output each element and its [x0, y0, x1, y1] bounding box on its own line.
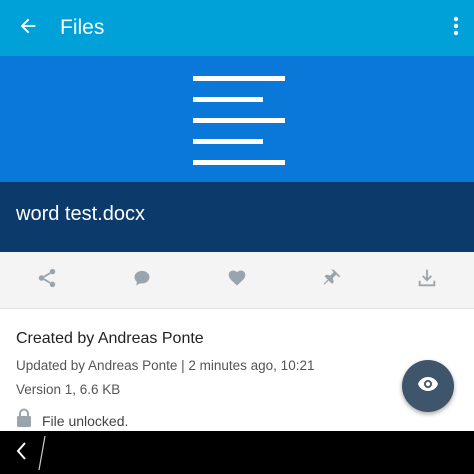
filename-band: word test.docx	[0, 182, 474, 252]
share-icon	[36, 267, 58, 294]
comment-icon	[132, 268, 152, 293]
overflow-menu-button[interactable]	[442, 0, 470, 56]
file-details: Created by Andreas Ponte Updated by Andr…	[16, 330, 456, 406]
comment-button[interactable]	[95, 252, 190, 308]
app-bar: Files	[0, 0, 474, 56]
nav-back-icon	[15, 441, 27, 466]
view-file-button[interactable]	[402, 360, 454, 412]
share-button[interactable]	[0, 252, 95, 308]
lock-status: File unlocked.	[16, 408, 128, 433]
nav-back-button[interactable]	[8, 439, 34, 467]
arrow-left-icon	[17, 15, 39, 42]
download-icon	[416, 267, 438, 294]
back-button[interactable]	[0, 0, 56, 56]
eye-icon	[417, 376, 439, 397]
action-bar	[0, 252, 474, 309]
file-details-screen: Files word test.docx Created by Andreas …	[0, 0, 474, 474]
more-vertical-icon	[453, 16, 459, 41]
lock-status-text: File unlocked.	[42, 412, 129, 429]
created-by-text: Created by Andreas Ponte	[16, 330, 204, 347]
file-name: word test.docx	[16, 203, 145, 225]
nav-divider	[38, 435, 46, 471]
pin-button[interactable]	[284, 252, 379, 308]
like-button[interactable]	[190, 252, 285, 308]
pin-icon	[322, 268, 342, 293]
document-lines-icon	[193, 76, 285, 166]
download-button[interactable]	[379, 252, 474, 308]
system-nav-bar	[0, 431, 474, 474]
updated-by-text: Updated by Andreas Ponte | 2 minutes ago…	[16, 358, 315, 373]
lock-icon	[16, 408, 32, 433]
page-title: Files	[60, 16, 105, 39]
version-text: Version 1, 6.6 KB	[16, 382, 121, 397]
file-preview[interactable]	[0, 56, 474, 182]
heart-icon	[227, 268, 247, 293]
